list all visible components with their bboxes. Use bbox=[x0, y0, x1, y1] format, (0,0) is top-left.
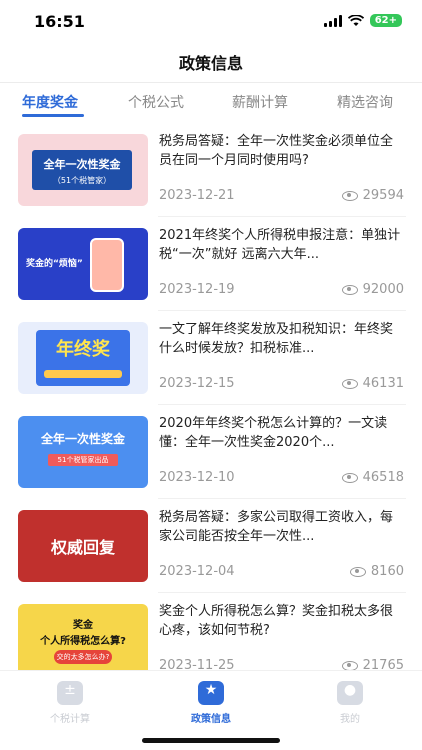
active-tab-indicator bbox=[22, 114, 84, 117]
article-date: 2023-12-10 bbox=[159, 470, 235, 485]
signal-icon bbox=[323, 14, 342, 27]
view-count: 8160 bbox=[370, 564, 404, 579]
article-title: 税务局答疑：全年一次性奖金必须单位全员在同一个月同时使用吗? bbox=[159, 134, 394, 168]
home-indicator bbox=[142, 738, 280, 743]
article-views: 29594 bbox=[341, 188, 404, 203]
article-item[interactable]: 年终奖 一文了解年终奖发放及扣税知识：年终奖什么时候发放？扣税标准... 202… bbox=[18, 310, 406, 400]
tab-annual-bonus[interactable]: 年度奖金 bbox=[22, 92, 78, 112]
article-date: 2023-12-15 bbox=[159, 376, 235, 391]
article-thumbnail: 年终奖 bbox=[18, 322, 148, 394]
tabbar-policy-info[interactable]: ★ 政策信息 bbox=[166, 681, 256, 725]
thumb-text: 全年一次性奖金 bbox=[43, 158, 121, 171]
article-thumbnail: 奖金 个人所得税怎么算? 交的太多怎么办? bbox=[18, 604, 148, 676]
article-thumbnail: 全年一次性奖金 （51个税管家） bbox=[18, 134, 148, 206]
phone-illustration bbox=[90, 238, 124, 292]
thumb-subtext: 51个税管家出品 bbox=[48, 454, 118, 466]
eye-icon bbox=[341, 284, 358, 295]
article-item[interactable]: 全年一次性奖金 51个税管家出品 2020年年终奖个税怎么计算的？一文读懂：全年… bbox=[18, 404, 406, 494]
thumb-text: 奖金 bbox=[73, 620, 93, 631]
thumb-ribbon bbox=[44, 370, 122, 378]
eye-icon bbox=[341, 190, 358, 201]
article-title: 2021年终奖个人所得税申报注意：单独计税“一次”就好 远离六大年... bbox=[159, 228, 401, 262]
tab-tax-formula[interactable]: 个税公式 bbox=[128, 92, 184, 112]
tabbar-label: 我的 bbox=[340, 714, 360, 725]
battery-indicator: 62+ bbox=[369, 14, 402, 27]
thumb-text: 权威回复 bbox=[50, 538, 115, 557]
article-item[interactable]: 奖金的“烦恼” 2021年终奖个人所得税申报注意：单独计税“一次”就好 远离六大… bbox=[18, 216, 406, 306]
view-count: 46518 bbox=[362, 470, 404, 485]
article-title: 税务局答疑：多家公司取得工资收入，每家公司能否按全年一次性... bbox=[159, 510, 394, 544]
status-bar: 16:51 62+ bbox=[0, 0, 422, 44]
status-time: 16:51 bbox=[34, 12, 85, 31]
status-icons: 62+ bbox=[323, 14, 402, 27]
header-divider bbox=[0, 82, 422, 83]
article-date: 2023-12-19 bbox=[159, 282, 235, 297]
article-views: 92000 bbox=[341, 282, 404, 297]
tabbar-label: 政策信息 bbox=[191, 714, 231, 725]
tab-salary-calc[interactable]: 薪酬计算 bbox=[232, 92, 288, 112]
tabbar-tax-calc[interactable]: ± 个税计算 bbox=[25, 681, 115, 725]
view-count: 46131 bbox=[362, 376, 404, 391]
eye-icon bbox=[341, 660, 358, 671]
view-count: 29594 bbox=[362, 188, 404, 203]
article-views: 46518 bbox=[341, 470, 404, 485]
article-views: 8160 bbox=[349, 564, 404, 579]
thumb-text: 奖金的“烦恼” bbox=[26, 259, 83, 269]
article-date: 2023-12-04 bbox=[159, 564, 235, 579]
article-thumbnail: 全年一次性奖金 51个税管家出品 bbox=[18, 416, 148, 488]
eye-icon bbox=[349, 566, 366, 577]
wifi-icon bbox=[347, 14, 364, 26]
tabbar-mine[interactable]: ● 我的 bbox=[305, 681, 395, 725]
tabbar-label: 个税计算 bbox=[50, 714, 90, 725]
article-item[interactable]: 全年一次性奖金 （51个税管家） 税务局答疑：全年一次性奖金必须单位全员在同一个月… bbox=[18, 122, 406, 212]
star-icon: ★ bbox=[198, 681, 224, 705]
article-thumbnail: 奖金的“烦恼” bbox=[18, 228, 148, 300]
article-item[interactable]: 权威回复 税务局答疑：多家公司取得工资收入，每家公司能否按全年一次性... 20… bbox=[18, 498, 406, 588]
eye-icon bbox=[341, 472, 358, 483]
view-count: 92000 bbox=[362, 282, 404, 297]
page-title: 政策信息 bbox=[178, 54, 243, 73]
article-title: 一文了解年终奖发放及扣税知识：年终奖什么时候发放？扣税标准... bbox=[159, 322, 394, 356]
category-tabs: 年度奖金 个税公式 薪酬计算 精选咨询 bbox=[0, 92, 422, 122]
calculator-icon: ± bbox=[57, 681, 83, 705]
article-title: 2020年年终奖个税怎么计算的？一文读懂：全年一次性奖金2020个... bbox=[159, 416, 388, 450]
user-icon: ● bbox=[337, 681, 363, 705]
article-date: 2023-12-21 bbox=[159, 188, 235, 203]
tab-selected-consult[interactable]: 精选咨询 bbox=[337, 92, 393, 112]
article-item[interactable]: 奖金 个人所得税怎么算? 交的太多怎么办? 奖金个人所得税怎么算？奖金扣税太多很… bbox=[18, 592, 406, 682]
eye-icon bbox=[341, 378, 358, 389]
thumb-subtext: 个人所得税怎么算? bbox=[40, 636, 126, 647]
thumb-badge: 交的太多怎么办? bbox=[54, 650, 112, 664]
thumb-subtext: （51个税管家） bbox=[52, 176, 112, 185]
article-thumbnail: 权威回复 bbox=[18, 510, 148, 582]
article-title: 奖金个人所得税怎么算？奖金扣税太多很心疼，该如何节税? bbox=[159, 604, 394, 638]
article-views: 46131 bbox=[341, 376, 404, 391]
thumb-text: 全年一次性奖金 bbox=[40, 432, 125, 446]
